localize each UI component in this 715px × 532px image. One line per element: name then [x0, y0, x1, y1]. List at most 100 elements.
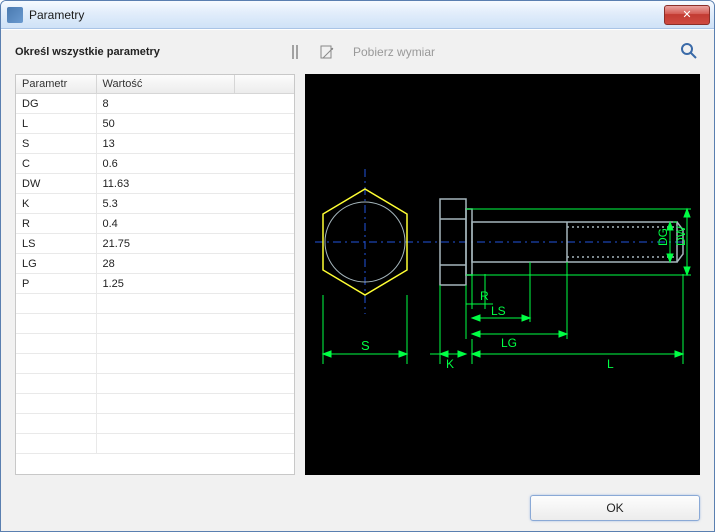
- table-row[interactable]: LG28: [16, 254, 294, 274]
- table-row[interactable]: DG8: [16, 94, 294, 114]
- cell-empty[interactable]: [234, 194, 294, 214]
- cell-value[interactable]: [96, 414, 234, 434]
- ok-button[interactable]: OK: [530, 495, 700, 521]
- table-row[interactable]: [16, 414, 294, 434]
- cell-value[interactable]: [96, 334, 234, 354]
- cell-value[interactable]: 1.25: [96, 274, 234, 294]
- drawing-viewport[interactable]: S: [305, 74, 700, 475]
- dim-label-dg: DG: [656, 228, 670, 246]
- cell-empty[interactable]: [234, 134, 294, 154]
- table-row[interactable]: K5.3: [16, 194, 294, 214]
- dim-label-r: R: [480, 289, 489, 303]
- dim-label-l: L: [607, 357, 614, 371]
- cell-empty[interactable]: [234, 114, 294, 134]
- sheet-tool-icon[interactable]: [315, 40, 339, 64]
- col-header-value[interactable]: Wartość: [96, 75, 234, 94]
- cell-empty[interactable]: [234, 294, 294, 314]
- cell-empty[interactable]: [234, 234, 294, 254]
- cell-param[interactable]: [16, 434, 96, 454]
- cell-param[interactable]: P: [16, 274, 96, 294]
- table-row[interactable]: R0.4: [16, 214, 294, 234]
- cell-param[interactable]: S: [16, 134, 96, 154]
- cell-value[interactable]: 8: [96, 94, 234, 114]
- cell-param[interactable]: [16, 334, 96, 354]
- cell-empty[interactable]: [234, 254, 294, 274]
- cell-empty[interactable]: [234, 414, 294, 434]
- cell-empty[interactable]: [234, 94, 294, 114]
- cell-empty[interactable]: [234, 434, 294, 454]
- cell-value[interactable]: [96, 434, 234, 454]
- footer: OK: [1, 485, 714, 531]
- cell-empty[interactable]: [234, 214, 294, 234]
- table-row[interactable]: DW11.63: [16, 174, 294, 194]
- cell-param[interactable]: DG: [16, 94, 96, 114]
- cell-empty[interactable]: [234, 274, 294, 294]
- cell-value[interactable]: [96, 314, 234, 334]
- dim-label-lg: LG: [501, 336, 517, 350]
- table-row[interactable]: [16, 294, 294, 314]
- cell-value[interactable]: [96, 294, 234, 314]
- cell-param[interactable]: [16, 314, 96, 334]
- cell-empty[interactable]: [234, 174, 294, 194]
- parameter-table: Parametr Wartość DG8L50S13C0.6DW11.63K5.…: [15, 74, 295, 475]
- table-row[interactable]: [16, 314, 294, 334]
- close-button[interactable]: ✕: [664, 5, 710, 25]
- cell-value[interactable]: 13: [96, 134, 234, 154]
- pobierz-label: Pobierz wymiar: [353, 45, 435, 59]
- client-area: Określ wszystkie parametry Pobierz wymia…: [1, 29, 714, 531]
- table-row[interactable]: S13: [16, 134, 294, 154]
- instruction-label: Określ wszystkie parametry: [15, 46, 285, 58]
- cell-empty[interactable]: [234, 314, 294, 334]
- col-header-empty[interactable]: [234, 75, 294, 94]
- toolbar: Określ wszystkie parametry Pobierz wymia…: [1, 30, 714, 74]
- cell-param[interactable]: R: [16, 214, 96, 234]
- main-area: Parametr Wartość DG8L50S13C0.6DW11.63K5.…: [1, 74, 714, 485]
- table-row[interactable]: [16, 434, 294, 454]
- cell-param[interactable]: LS: [16, 234, 96, 254]
- window-title: Parametry: [29, 8, 664, 22]
- cell-value[interactable]: [96, 354, 234, 374]
- cell-value[interactable]: 28: [96, 254, 234, 274]
- cell-value[interactable]: 21.75: [96, 234, 234, 254]
- cell-value[interactable]: 11.63: [96, 174, 234, 194]
- table-row[interactable]: LS21.75: [16, 234, 294, 254]
- cell-param[interactable]: K: [16, 194, 96, 214]
- cell-empty[interactable]: [234, 334, 294, 354]
- cell-param[interactable]: C: [16, 154, 96, 174]
- cell-value[interactable]: 0.4: [96, 214, 234, 234]
- dim-label-dw: DW: [674, 225, 688, 246]
- cell-empty[interactable]: [234, 374, 294, 394]
- cell-param[interactable]: [16, 394, 96, 414]
- dim-label-ls: LS: [491, 304, 506, 318]
- cell-empty[interactable]: [234, 354, 294, 374]
- table-row[interactable]: C0.6: [16, 154, 294, 174]
- cell-param[interactable]: [16, 414, 96, 434]
- cell-value[interactable]: 50: [96, 114, 234, 134]
- dim-label-s: S: [361, 338, 370, 353]
- cell-param[interactable]: [16, 294, 96, 314]
- cell-param[interactable]: [16, 354, 96, 374]
- table-row[interactable]: [16, 374, 294, 394]
- table-row[interactable]: L50: [16, 114, 294, 134]
- cell-param[interactable]: DW: [16, 174, 96, 194]
- cell-value[interactable]: 0.6: [96, 154, 234, 174]
- table-row[interactable]: [16, 334, 294, 354]
- cell-empty[interactable]: [234, 394, 294, 414]
- cell-param[interactable]: LG: [16, 254, 96, 274]
- table-row[interactable]: P1.25: [16, 274, 294, 294]
- cell-value[interactable]: [96, 394, 234, 414]
- close-icon: ✕: [682, 8, 691, 21]
- app-icon: [7, 7, 23, 23]
- cell-empty[interactable]: [234, 154, 294, 174]
- col-header-param[interactable]: Parametr: [16, 75, 96, 94]
- align-tool-icon[interactable]: [285, 40, 309, 64]
- dim-label-k: K: [446, 357, 454, 371]
- titlebar: Parametry ✕: [1, 1, 714, 29]
- search-icon[interactable]: [680, 42, 700, 62]
- table-row[interactable]: [16, 354, 294, 374]
- cell-value[interactable]: [96, 374, 234, 394]
- cell-value[interactable]: 5.3: [96, 194, 234, 214]
- cell-param[interactable]: L: [16, 114, 96, 134]
- cell-param[interactable]: [16, 374, 96, 394]
- table-row[interactable]: [16, 394, 294, 414]
